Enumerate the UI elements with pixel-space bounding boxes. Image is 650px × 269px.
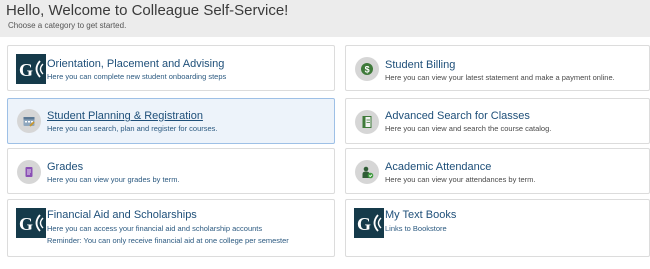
calendar-icon <box>17 109 41 133</box>
card-my-text-books[interactable]: G My Text Books Links to Bookstore <box>345 199 650 257</box>
gc-logo-icon: G <box>354 208 384 238</box>
money-icon: $ <box>355 57 379 81</box>
svg-text:$: $ <box>365 65 370 75</box>
gc-logo-icon: G <box>16 54 46 84</box>
card-title: Advanced Search for Classes <box>385 110 530 122</box>
svg-text:G: G <box>357 214 371 234</box>
card-description: Here you can complete new student onboar… <box>47 72 227 81</box>
card-title: Student Planning & Registration <box>47 110 203 122</box>
card-description: Here you can view your latest statement … <box>385 73 615 82</box>
card-description: Here you can view and search the course … <box>385 124 552 133</box>
card-title: Orientation, Placement and Advising <box>47 58 225 70</box>
svg-text:G: G <box>19 60 33 80</box>
card-student-billing[interactable]: $ Student Billing Here you can view your… <box>345 45 650 91</box>
card-advanced-search[interactable]: Advanced Search for Classes Here you can… <box>345 98 650 144</box>
card-title: My Text Books <box>385 209 457 221</box>
card-academic-attendance[interactable]: Academic Attendance Here you can view yo… <box>345 148 650 194</box>
attendance-icon <box>355 160 379 184</box>
svg-text:G: G <box>19 214 33 234</box>
card-description: Here you can view your attendances by te… <box>385 175 536 184</box>
card-title: Student Billing <box>385 59 456 71</box>
grades-icon <box>17 160 41 184</box>
card-description: Here you can search, plan and register f… <box>47 124 218 133</box>
page-subtitle: Choose a category to get started. <box>8 21 127 30</box>
card-grades[interactable]: Grades Here you can view your grades by … <box>7 148 335 194</box>
page-header: Hello, Welcome to Colleague Self-Service… <box>0 0 650 37</box>
page-title: Hello, Welcome to Colleague Self-Service… <box>6 2 289 19</box>
card-description: Here you can access your financial aid a… <box>47 224 263 233</box>
card-reminder: Reminder: You can only receive financial… <box>47 236 289 245</box>
card-description: Links to Bookstore <box>385 224 447 233</box>
gc-logo-icon: G <box>16 208 46 238</box>
card-title: Academic Attendance <box>385 161 492 173</box>
card-description: Here you can view your grades by term. <box>47 175 180 184</box>
card-student-planning[interactable]: Student Planning & Registration Here you… <box>7 98 335 144</box>
card-title: Financial Aid and Scholarships <box>47 209 197 221</box>
card-orientation[interactable]: G Orientation, Placement and Advising He… <box>7 45 335 91</box>
card-title: Grades <box>47 161 84 173</box>
card-financial-aid[interactable]: G Financial Aid and Scholarships Here yo… <box>7 199 335 257</box>
catalog-icon <box>355 110 379 134</box>
